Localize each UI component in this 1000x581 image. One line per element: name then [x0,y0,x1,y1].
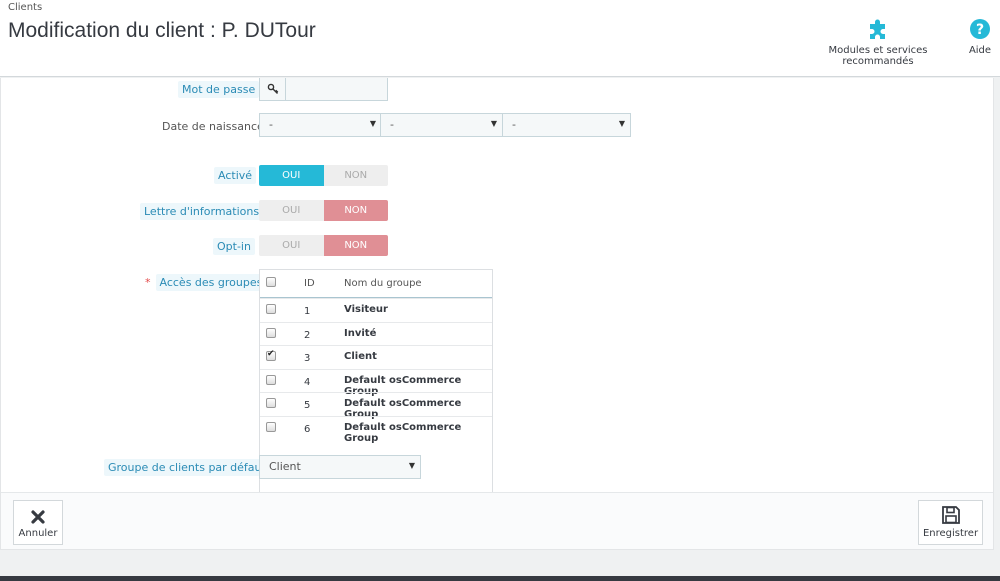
group-id: 5 [304,400,311,411]
group-checkbox[interactable] [266,374,276,385]
required-asterisk: * [145,276,151,289]
save-label: Enregistrer [922,528,979,539]
default-group-label: Groupe de clients par défaut [104,459,270,476]
customer-form: Mot de passe Date de naissance - ▼ - ▼ -… [0,78,994,550]
groups-table: ID Nom du groupe 1 Visiteur 2 Invité 3 Client… [259,269,493,517]
close-icon [14,501,62,525]
group-name: Default osCommerce Group [344,421,462,444]
page-title: Modification du client : P. DUTour [8,19,316,42]
birthdate-year-value: - [512,118,516,131]
default-group-value: Client [269,460,301,473]
optin-no-option[interactable]: NON [323,235,388,256]
group-id: 6 [304,423,311,435]
cancel-button[interactable]: Annuler [13,500,63,545]
optin-toggle[interactable]: OUI NON [259,235,388,256]
puzzle-icon [798,14,958,40]
newsletter-label: Lettre d'informations [140,203,264,220]
modules-label: Modules et services recommandés [828,45,928,67]
table-row[interactable]: 2 Invité [260,321,492,345]
optin-label: Opt-in [213,238,255,255]
help-label: Aide [968,45,992,56]
birthdate-day-select[interactable]: - ▼ [259,113,382,137]
group-checkbox[interactable] [266,349,276,361]
active-yes-option[interactable]: OUI [259,165,324,186]
newsletter-yes-option[interactable]: OUI [259,200,324,221]
recommended-modules-button[interactable]: Modules et services recommandés [798,14,958,67]
groups-table-header: ID Nom du groupe [260,270,492,298]
group-name: Client [344,351,377,362]
group-checkbox[interactable] [266,304,276,314]
page-header: Clients Modification du client : P. DUTo… [0,0,1000,77]
help-button[interactable]: ? Aide [966,14,994,56]
group-id: 3 [304,353,311,364]
table-row[interactable]: 1 Visiteur [260,298,492,321]
svg-text:?: ? [976,22,984,38]
chevron-down-icon: ▼ [369,119,376,128]
birthdate-label: Date de naissance [162,120,264,133]
group-checkbox[interactable] [266,421,276,432]
help-icon: ? [966,14,994,40]
col-id-header: ID [304,278,315,289]
key-icon [260,78,286,100]
group-id: 4 [304,376,311,388]
birthdate-month-value: - [390,118,394,131]
birthdate-year-select[interactable]: - ▼ [502,113,631,137]
chevron-down-icon: ▼ [618,119,625,128]
group-id: 1 [304,306,311,317]
chevron-down-icon: ▼ [408,461,415,470]
cancel-label: Annuler [18,528,58,539]
save-button[interactable]: Enregistrer [918,500,983,545]
table-row[interactable]: 5 Default osCommerce Group [260,392,492,420]
table-row[interactable]: 6 Default osCommerce Group [260,415,492,444]
breadcrumb[interactable]: Clients [8,2,42,13]
birthdate-day-value: - [269,118,273,131]
newsletter-toggle[interactable]: OUI NON [259,200,388,221]
group-name: Invité [344,327,377,339]
group-id: 2 [304,329,311,341]
active-no-option[interactable]: NON [323,165,388,186]
groups-label-wrapper: * Accès des groupes [145,274,267,291]
active-toggle[interactable]: OUI NON [259,165,388,186]
chevron-down-icon: ▼ [490,119,497,128]
optin-yes-option[interactable]: OUI [259,235,324,256]
form-footer: Annuler Enregistrer [1,492,993,549]
group-checkbox[interactable] [266,327,276,338]
password-label: Mot de passe [178,81,260,98]
col-name-header: Nom du groupe [344,278,422,289]
bottom-bar [0,576,1000,581]
group-checkbox[interactable] [266,398,276,408]
save-icon [919,501,982,525]
default-group-select[interactable]: Client ▼ [259,455,421,479]
newsletter-no-option[interactable]: NON [323,200,388,221]
active-label: Activé [214,167,257,184]
select-all-checkbox[interactable] [266,277,276,287]
table-row[interactable]: 3 Client [260,345,492,368]
groups-label: Accès des groupes [155,274,267,291]
table-row[interactable]: 4 Default osCommerce Group [260,368,492,397]
group-name: Visiteur [344,304,388,315]
birthdate-month-select[interactable]: - ▼ [380,113,503,137]
password-input[interactable] [286,78,387,100]
password-field-group [259,78,388,101]
